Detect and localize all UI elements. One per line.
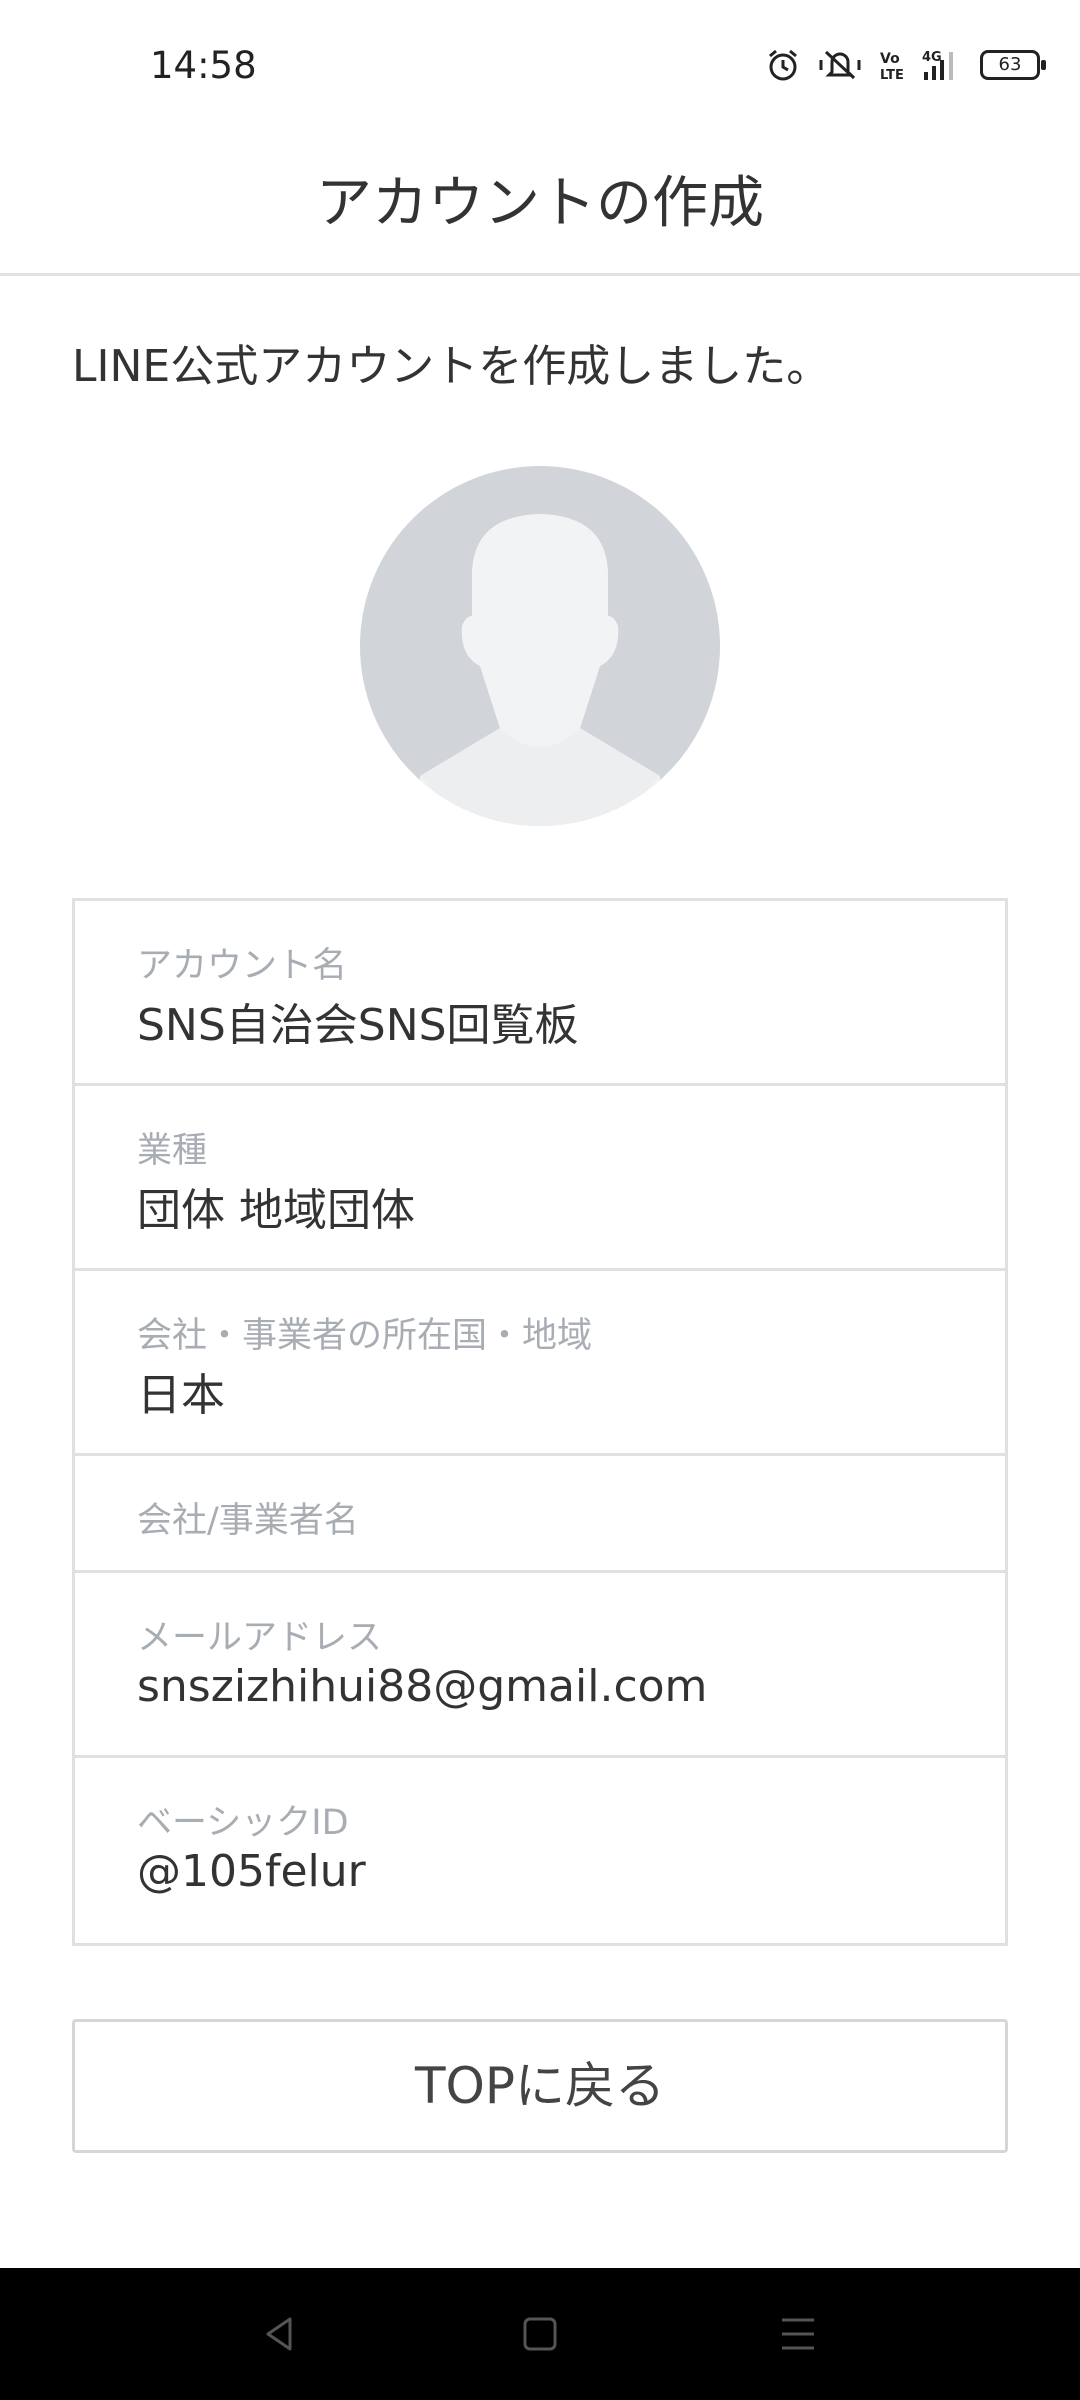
field-label: アカウント名	[137, 946, 348, 986]
back-to-top-button[interactable]: TOPに戻る	[72, 2019, 1008, 2153]
volte-icon: Vo LTE	[880, 48, 904, 82]
mute-vibrate-icon	[818, 48, 862, 82]
status-time: 14:58	[150, 44, 257, 87]
field-email: メールアドレス snszizhihui88@gmail.com	[75, 1573, 1005, 1758]
home-icon[interactable]	[516, 2310, 564, 2358]
field-account-name: アカウント名 SNS自治会SNS回覧板	[75, 901, 1005, 1086]
field-industry: 業種 団体 地域団体	[75, 1086, 1005, 1271]
page-title: アカウントの作成	[316, 171, 764, 236]
field-value: SNS自治会SNS回覧板	[137, 1000, 579, 1051]
battery-icon: 63	[980, 50, 1046, 80]
system-nav-bar	[0, 2268, 1080, 2400]
back-icon[interactable]	[256, 2310, 304, 2358]
field-label: 業種	[137, 1131, 208, 1171]
battery-level: 63	[980, 50, 1046, 80]
default-profile-icon	[360, 466, 720, 826]
field-country: 会社・事業者の所在国・地域 日本	[75, 1271, 1005, 1456]
svg-text:LTE: LTE	[880, 68, 904, 82]
field-value: 団体 地域団体	[137, 1185, 415, 1236]
field-value: snszizhihui88@gmail.com	[137, 1661, 708, 1712]
field-value: @105felur	[137, 1846, 366, 1897]
svg-text:Vo: Vo	[880, 51, 900, 67]
alarm-icon	[766, 48, 800, 82]
status-bar: 14:58 Vo LTE 4G 63	[0, 0, 1080, 130]
field-value: 日本	[137, 1370, 225, 1421]
field-basic-id: ベーシックID @105felur	[75, 1758, 1005, 1943]
field-label: 会社/事業者名	[137, 1501, 359, 1541]
success-message: LINE公式アカウントを作成しました。	[72, 341, 831, 392]
status-icons: Vo LTE 4G 63	[766, 48, 1046, 82]
signal-4g-icon: 4G	[922, 48, 962, 82]
field-label: 会社・事業者の所在国・地域	[137, 1316, 593, 1356]
svg-text:4G: 4G	[922, 50, 942, 65]
account-info-list: アカウント名 SNS自治会SNS回覧板 業種 団体 地域団体 会社・事業者の所在…	[72, 898, 1008, 1946]
header: アカウントの作成	[0, 130, 1080, 276]
recents-icon[interactable]	[774, 2310, 822, 2358]
field-company-name: 会社/事業者名	[75, 1456, 1005, 1573]
field-label: ベーシックID	[137, 1803, 349, 1843]
field-label: メールアドレス	[137, 1618, 383, 1658]
